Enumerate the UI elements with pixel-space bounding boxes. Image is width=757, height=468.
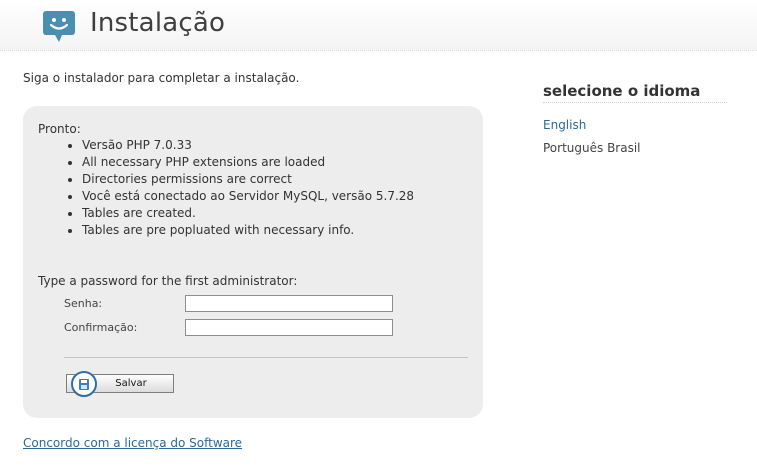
- page-header: Instalação: [0, 0, 757, 51]
- list-item: All necessary PHP extensions are loaded: [82, 154, 414, 171]
- admin-password-heading: Type a password for the first administra…: [38, 274, 298, 288]
- confirm-password-input[interactable]: [185, 319, 393, 336]
- list-item: Tables are pre popluated with necessary …: [82, 222, 414, 239]
- list-item: Tables are created.: [82, 205, 414, 222]
- save-button-label: Salvar: [115, 378, 147, 389]
- license-agreement-link[interactable]: Concordo com a licença do Software: [23, 436, 242, 450]
- language-english-link[interactable]: English: [543, 118, 586, 132]
- list-item: Você está conectado ao Servidor MySQL, v…: [82, 188, 414, 205]
- password-label: Senha:: [64, 297, 103, 310]
- divider: [543, 102, 727, 103]
- confirm-password-label: Confirmação:: [64, 321, 138, 334]
- status-heading: Pronto:: [38, 122, 81, 136]
- list-item: Directories permissions are correct: [82, 171, 414, 188]
- page-title: Instalação: [90, 8, 226, 38]
- password-input[interactable]: [185, 295, 393, 312]
- list-item: Versão PHP 7.0.33: [82, 137, 414, 154]
- install-panel: Pronto: Versão PHP 7.0.33 All necessary …: [23, 106, 483, 418]
- divider: [64, 357, 468, 358]
- language-portuguese-link[interactable]: Português Brasil: [543, 141, 641, 155]
- intro-text: Siga o instalador para completar a insta…: [23, 71, 300, 85]
- save-button[interactable]: Salvar: [66, 371, 174, 397]
- language-title: selecione o idioma: [543, 82, 701, 100]
- status-list: Versão PHP 7.0.33 All necessary PHP exte…: [38, 137, 414, 239]
- speech-bubble-smiley-icon: [43, 11, 75, 42]
